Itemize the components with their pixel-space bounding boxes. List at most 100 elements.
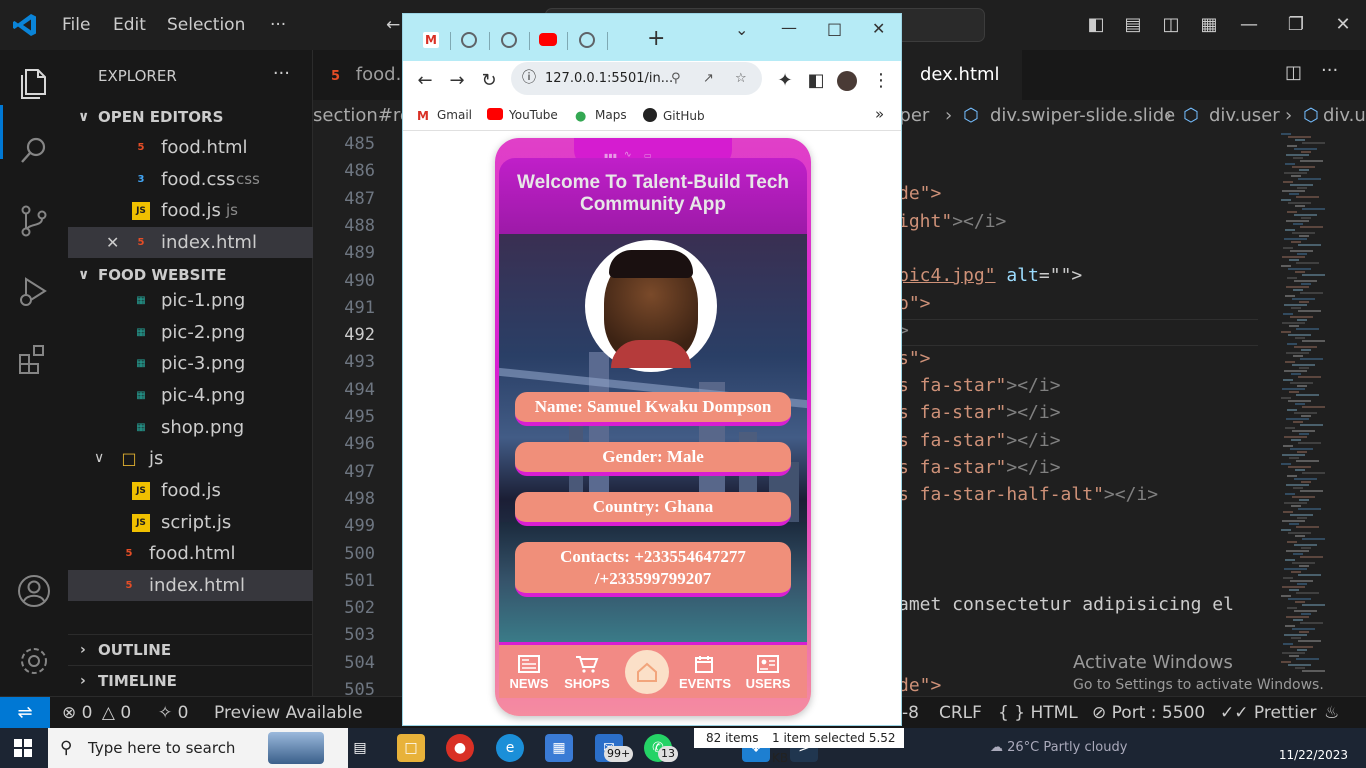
search-icon[interactable] xyxy=(15,132,53,170)
menu-edit[interactable]: Edit xyxy=(113,15,146,35)
file-item[interactable]: ▦ shop.png xyxy=(68,412,313,443)
file-item[interactable]: JS script.js xyxy=(68,507,313,538)
globe-tab-icon[interactable] xyxy=(461,32,477,48)
tab-index[interactable]: dex.html ✕ xyxy=(902,50,1022,135)
reload-icon[interactable]: ↻ xyxy=(477,69,501,93)
forward-arrow-icon[interactable]: → xyxy=(445,69,469,93)
taskbar-search[interactable]: ⚲ Type here to search xyxy=(48,728,348,768)
notifications-bell-icon[interactable]: ♨ xyxy=(1324,703,1339,723)
file-item[interactable]: ▦ pic-3.png xyxy=(68,348,313,379)
file-item[interactable]: 5 food.html xyxy=(68,538,313,569)
minimap[interactable] xyxy=(1273,130,1353,696)
minimize-icon[interactable]: — xyxy=(781,18,797,37)
open-editors-header[interactable]: ∨ OPEN EDITORS xyxy=(68,102,313,133)
youtube-tab-icon[interactable] xyxy=(539,33,557,46)
bookmark-youtube[interactable]: YouTube xyxy=(487,108,558,122)
code-line: s"> xyxy=(898,348,931,369)
toggle-sidebar-icon[interactable]: ◧ xyxy=(1085,14,1107,36)
task-view-icon[interactable]: ▤ xyxy=(346,734,374,762)
back-arrow-icon[interactable]: ← xyxy=(386,15,400,35)
file-name: pic-2.png xyxy=(161,322,246,343)
maximize-icon[interactable]: □ xyxy=(827,19,842,38)
preview-available[interactable]: Preview Available xyxy=(214,703,363,723)
close-icon[interactable]: ✕ xyxy=(106,227,119,258)
back-arrow-icon[interactable]: ← xyxy=(413,69,437,93)
breadcrumb-item[interactable]: div.user xyxy=(1209,100,1280,130)
close-window-icon[interactable]: ✕ xyxy=(1332,14,1354,36)
breadcrumb-item[interactable]: div.us xyxy=(1323,100,1366,130)
nav-home-button[interactable] xyxy=(625,650,669,694)
outline-header[interactable]: › OUTLINE xyxy=(68,634,313,665)
more-actions-icon[interactable]: ··· xyxy=(1321,60,1338,81)
settings-gear-icon[interactable] xyxy=(15,642,53,680)
toggle-secondary-sidebar-icon[interactable]: ◫ xyxy=(1160,14,1182,36)
address-bar[interactable]: ⓘ 127.0.0.1:5501/in... ⚲ ↗ ☆ xyxy=(511,62,762,95)
store-icon[interactable]: ▦ xyxy=(545,734,573,762)
menu-file[interactable]: File xyxy=(62,15,90,35)
bookmark-github[interactable]: GitHub xyxy=(643,108,705,123)
accounts-icon[interactable] xyxy=(15,572,53,610)
toggle-panel-icon[interactable]: ▤ xyxy=(1122,14,1144,36)
open-editor-item-active[interactable]: ✕ 5 index.html xyxy=(68,227,313,258)
prettier-status[interactable]: ✓✓ Prettier xyxy=(1220,703,1316,723)
chrome-icon[interactable]: ● xyxy=(446,734,474,762)
live-server-port[interactable]: ⊘ Port : 5500 xyxy=(1092,703,1205,723)
close-icon[interactable]: ✕ xyxy=(872,19,885,38)
edge-icon[interactable]: e xyxy=(496,734,524,762)
open-editor-item[interactable]: JS food.js js xyxy=(68,195,313,226)
chrome-menu-icon[interactable]: ⋮ xyxy=(869,69,893,93)
nav-users[interactable]: USERS xyxy=(743,655,793,691)
extensions-puzzle-icon[interactable]: ✦ xyxy=(773,69,797,93)
nav-events[interactable]: EVENTS xyxy=(679,655,731,691)
bookmark-star-icon[interactable]: ☆ xyxy=(735,62,747,95)
file-item[interactable]: ▦ pic-4.png xyxy=(68,380,313,411)
folder-js[interactable]: ∨ □ js xyxy=(68,443,313,474)
gmail-tab-icon[interactable]: M xyxy=(423,32,439,48)
tab-search-chevron-icon[interactable]: ⌄ xyxy=(735,20,748,39)
remote-icon[interactable]: ⇌ xyxy=(0,697,50,729)
menu-more[interactable]: ··· xyxy=(270,15,286,35)
line-ending[interactable]: CRLF xyxy=(939,703,982,723)
bookmarks-overflow[interactable]: » xyxy=(875,105,884,123)
restore-icon[interactable]: ❐ xyxy=(1285,14,1307,36)
encoding[interactable]: -8 xyxy=(902,703,919,723)
customize-layout-icon[interactable]: ▦ xyxy=(1198,14,1220,36)
globe-tab-icon[interactable] xyxy=(501,32,517,48)
run-debug-icon[interactable] xyxy=(15,272,53,310)
split-editor-icon[interactable]: ◫ xyxy=(1285,62,1302,83)
weather-widget[interactable]: ☁ 26°C Partly cloudy xyxy=(990,740,1127,755)
ports-indicator[interactable]: ✧ 0 xyxy=(158,703,188,723)
file-item[interactable]: ▦ pic-1.png xyxy=(68,285,313,316)
file-item-selected[interactable]: 5 index.html xyxy=(68,570,313,601)
bookmark-gmail[interactable]: M Gmail xyxy=(417,108,472,122)
windows-start-icon[interactable] xyxy=(14,739,32,757)
file-explorer-icon[interactable]: □ xyxy=(397,734,425,762)
tab-food[interactable]: 5 food. xyxy=(313,50,403,100)
source-control-icon[interactable] xyxy=(15,202,53,240)
minimize-icon[interactable]: — xyxy=(1238,14,1260,36)
file-item[interactable]: JS food.js xyxy=(68,475,313,506)
taskbar-date[interactable]: 11/22/2023 xyxy=(1279,748,1348,762)
profile-avatar[interactable] xyxy=(837,71,857,91)
breadcrumb-item[interactable]: div.swiper-slide.slide xyxy=(990,100,1175,130)
menu-selection[interactable]: Selection xyxy=(167,15,245,35)
nav-news[interactable]: NEWS xyxy=(504,655,554,691)
explorer-more-actions[interactable]: ··· xyxy=(273,63,290,84)
explorer-files-icon[interactable] xyxy=(15,64,53,102)
extensions-icon[interactable] xyxy=(15,340,53,378)
side-panel-icon[interactable]: ◧ xyxy=(804,69,828,93)
file-item[interactable]: ▦ pic-2.png xyxy=(68,317,313,348)
html-file-icon: 5 xyxy=(125,548,133,559)
share-icon[interactable]: ↗ xyxy=(703,62,714,95)
bookmark-maps[interactable]: ● Maps xyxy=(575,108,627,123)
new-tab-plus-icon[interactable]: + xyxy=(647,26,665,51)
zoom-icon[interactable]: ⚲ xyxy=(671,62,681,95)
nav-shops[interactable]: SHOPS xyxy=(562,655,612,691)
globe-tab-icon[interactable] xyxy=(579,32,595,48)
language-mode[interactable]: { } HTML xyxy=(998,703,1078,723)
site-info-icon[interactable]: ⓘ xyxy=(522,62,536,95)
problems-indicator[interactable]: ⊗ 0 △ 0 xyxy=(62,703,131,723)
open-editor-item[interactable]: 5 food.html xyxy=(68,132,313,163)
open-editor-item[interactable]: 3 food.css css xyxy=(68,164,313,195)
timeline-header[interactable]: › TIMELINE xyxy=(68,665,313,696)
